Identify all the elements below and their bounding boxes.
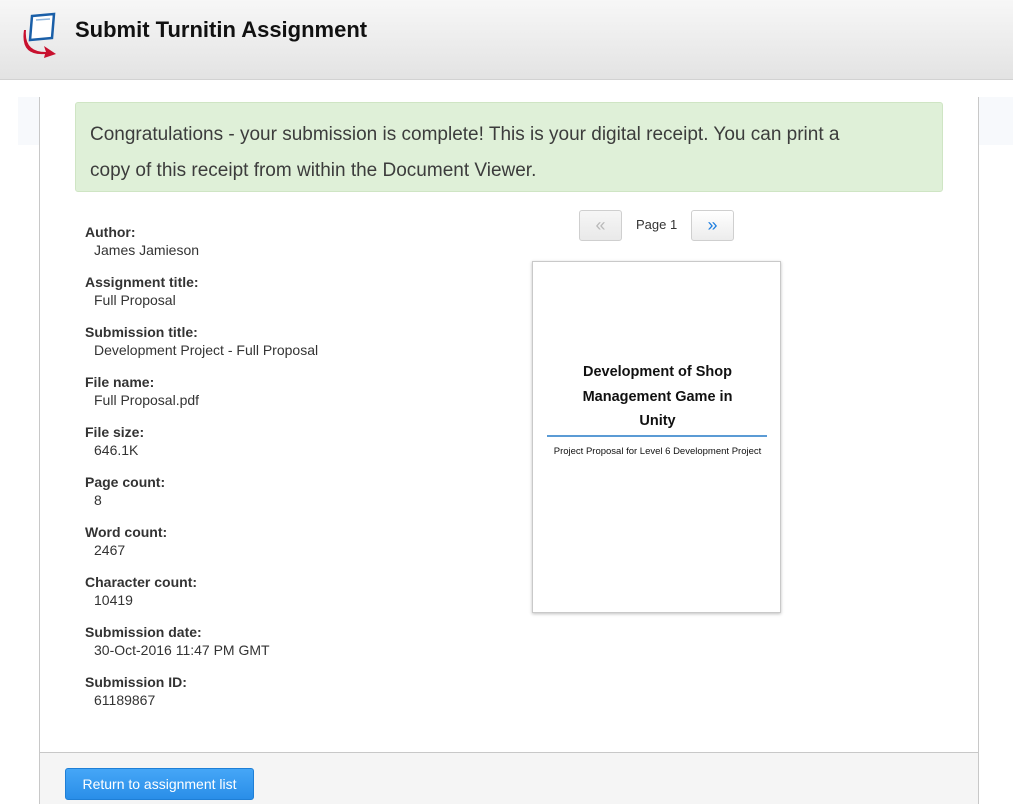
page-pager: « Page 1 » (579, 210, 739, 242)
detail-label: Assignment title: (85, 274, 199, 290)
alert-line-2: copy of this receipt from within the Doc… (90, 160, 537, 181)
detail-label: Page count: (85, 474, 166, 490)
next-page-button[interactable]: » (691, 210, 734, 241)
detail-value: 2467 (94, 542, 126, 558)
success-alert: Congratulations - your submission is com… (75, 102, 943, 192)
header-bar: Submit Turnitin Assignment (0, 0, 1013, 80)
alert-line-1: Congratulations - your submission is com… (90, 124, 840, 145)
return-to-assignment-list-button[interactable]: Return to assignment list (65, 768, 254, 800)
document-divider (547, 435, 767, 437)
detail-value: 10419 (94, 592, 133, 608)
detail-file-name: File name: Full Proposal.pdf (85, 373, 465, 423)
detail-label: Submission ID: (85, 674, 187, 690)
detail-character-count: Character count: 10419 (85, 573, 465, 623)
page-indicator: Page 1 (636, 217, 678, 232)
detail-label: Character count: (85, 574, 198, 590)
detail-value: Full Proposal (94, 292, 176, 308)
detail-value: 8 (94, 492, 102, 508)
detail-page-count: Page count: 8 (85, 473, 465, 523)
detail-label: File size: (85, 424, 145, 440)
detail-submission-id: Submission ID: 61189867 (85, 673, 465, 723)
detail-value: Full Proposal.pdf (94, 392, 200, 408)
document-title: Development of Shop Management Game in U… (533, 360, 782, 434)
detail-file-size: File size: 646.1K (85, 423, 465, 473)
detail-value: 30-Oct-2016 11:47 PM GMT (94, 642, 270, 658)
document-title-line: Unity (639, 413, 676, 429)
page-title: Submit Turnitin Assignment (75, 17, 368, 42)
detail-submission-date: Submission date: 30-Oct-2016 11:47 PM GM… (85, 623, 465, 673)
detail-value: 646.1K (94, 442, 139, 458)
detail-word-count: Word count: 2467 (85, 523, 465, 573)
detail-label: Submission date: (85, 624, 202, 640)
document-preview[interactable]: Development of Shop Management Game in U… (532, 261, 781, 613)
previous-page-button[interactable]: « (579, 210, 622, 241)
detail-value: James Jamieson (94, 242, 200, 258)
submission-details: Author: James Jamieson Assignment title:… (85, 223, 465, 723)
turnitin-logo-icon (23, 12, 56, 58)
detail-submission-title: Submission title: Development Project - … (85, 323, 465, 373)
detail-label: File name: (85, 374, 155, 390)
detail-label: Submission title: (85, 324, 198, 340)
document-title-line: Management Game in (582, 388, 733, 405)
detail-assignment-title: Assignment title: Full Proposal (85, 273, 465, 323)
detail-label: Word count: (85, 524, 168, 540)
detail-value: 61189867 (94, 692, 156, 708)
document-subtitle: Project Proposal for Level 6 Development… (553, 446, 762, 457)
detail-label: Author: (85, 224, 136, 240)
detail-author: Author: James Jamieson (85, 223, 465, 273)
detail-value: Development Project - Full Proposal (94, 342, 319, 358)
document-title-line: Development of Shop (582, 364, 733, 380)
